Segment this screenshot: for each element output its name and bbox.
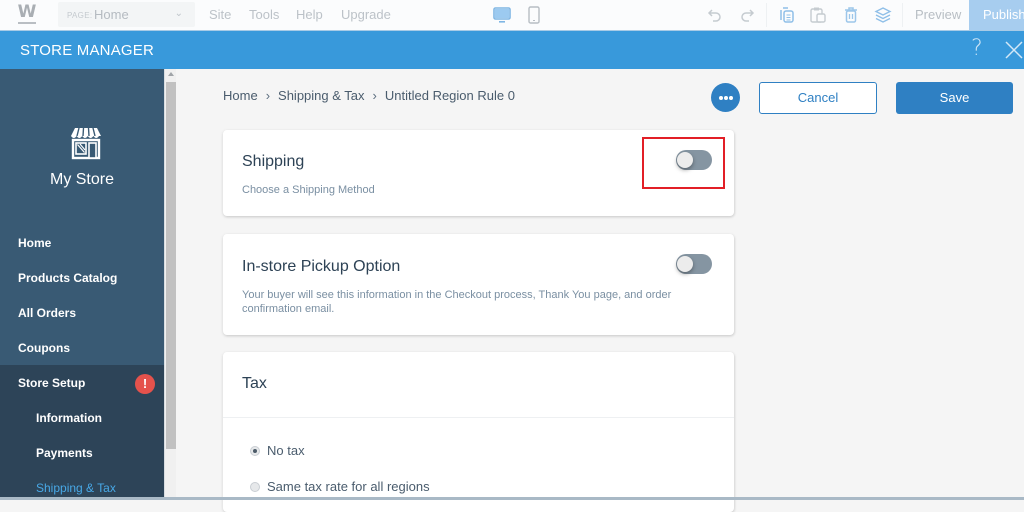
sidebar-subitem-shipping-tax[interactable]: Shipping & Tax bbox=[36, 481, 116, 495]
more-dot bbox=[724, 96, 728, 100]
store-manager-title: STORE MANAGER bbox=[20, 42, 155, 59]
store-name: My Store bbox=[49, 171, 114, 188]
pickup-description: Your buyer will see this information in … bbox=[242, 289, 672, 315]
sidebar-item-products-catalog[interactable]: Products Catalog bbox=[18, 271, 117, 285]
menu-help[interactable]: Help bbox=[296, 7, 323, 22]
page-prefix-label: PAGE: bbox=[67, 11, 93, 20]
wix-logo[interactable]: W bbox=[16, 4, 38, 26]
breadcrumb: Home › Shipping & Tax › Untitled Region Rule… bbox=[223, 88, 515, 103]
save-button[interactable]: Save bbox=[896, 82, 1013, 114]
chevron-down-icon: ⌄ bbox=[174, 8, 183, 19]
logo-underline bbox=[18, 22, 36, 24]
paste-icon[interactable] bbox=[808, 5, 828, 25]
tax-divider bbox=[223, 417, 734, 418]
more-options-button[interactable] bbox=[711, 83, 740, 112]
radio-button-checked[interactable] bbox=[250, 446, 260, 456]
pickup-title: In-store Pickup Option bbox=[242, 258, 401, 275]
tax-option-same-rate[interactable]: Same tax rate for all regions bbox=[250, 479, 430, 494]
breadcrumb-current: Untitled Region Rule 0 bbox=[384, 88, 515, 103]
sidebar-item-all-orders[interactable]: All Orders bbox=[18, 306, 76, 320]
highlight-annotation bbox=[642, 137, 725, 189]
breadcrumb-home[interactable]: Home bbox=[223, 88, 258, 103]
sidebar-item-coupons[interactable]: Coupons bbox=[18, 341, 70, 355]
store-manager-header: STORE MANAGER ? bbox=[0, 31, 1024, 69]
sidebar-item-store-setup[interactable]: Store Setup bbox=[18, 376, 85, 390]
publish-button[interactable]: Publish bbox=[969, 0, 1024, 30]
layers-icon[interactable] bbox=[873, 5, 893, 25]
breadcrumb-shipping-tax[interactable]: Shipping & Tax bbox=[278, 88, 365, 103]
mobile-view-icon[interactable] bbox=[524, 5, 544, 25]
toolbar-divider bbox=[902, 3, 903, 27]
alert-icon: ! bbox=[135, 374, 155, 394]
logo-letter: W bbox=[17, 2, 37, 22]
more-dot bbox=[729, 96, 733, 100]
editor-topbar: W PAGE: Home ⌄ Site Tools Help Upgrade P… bbox=[0, 0, 1024, 31]
preview-button[interactable]: Preview bbox=[915, 7, 961, 22]
toggle-knob bbox=[677, 256, 693, 272]
desktop-view-icon[interactable] bbox=[492, 5, 512, 25]
undo-icon[interactable] bbox=[705, 5, 725, 25]
sidebar-subitem-information[interactable]: Information bbox=[36, 411, 102, 425]
tax-option-label: No tax bbox=[267, 443, 305, 458]
chevron-right-icon: › bbox=[372, 88, 377, 103]
chevron-right-icon: › bbox=[265, 88, 271, 103]
sidebar-item-home[interactable]: Home bbox=[18, 236, 51, 250]
tax-option-label: Same tax rate for all regions bbox=[267, 479, 430, 494]
radio-button[interactable] bbox=[250, 482, 260, 492]
store-icon bbox=[71, 127, 101, 160]
close-icon[interactable] bbox=[1004, 40, 1024, 60]
copy-icon[interactable] bbox=[777, 5, 797, 25]
sidebar-scrollbar[interactable] bbox=[164, 69, 176, 500]
delete-icon[interactable] bbox=[841, 5, 861, 25]
scroll-up-arrow-icon[interactable] bbox=[168, 72, 174, 76]
toolbar-divider bbox=[766, 3, 767, 27]
redo-icon[interactable] bbox=[737, 5, 757, 25]
more-dot bbox=[719, 96, 723, 100]
pickup-card: In-store Pickup Option Your buyer will s… bbox=[223, 234, 734, 335]
menu-upgrade[interactable]: Upgrade bbox=[341, 7, 391, 22]
tax-card: Tax No tax Same tax rate for all regions bbox=[223, 352, 734, 512]
page-selector-value: Home bbox=[94, 7, 129, 22]
scrollbar-thumb[interactable] bbox=[166, 82, 176, 449]
menu-tools[interactable]: Tools bbox=[249, 7, 279, 22]
menu-site[interactable]: Site bbox=[209, 7, 231, 22]
page-selector[interactable]: PAGE: Home ⌄ bbox=[58, 2, 195, 27]
help-icon[interactable]: ? bbox=[971, 36, 983, 61]
sidebar: My Store Home Products Catalog All Order… bbox=[0, 69, 164, 500]
tax-title: Tax bbox=[242, 375, 267, 392]
shipping-description: Choose a Shipping Method bbox=[242, 184, 375, 196]
shipping-title: Shipping bbox=[242, 153, 305, 170]
tax-option-no-tax[interactable]: No tax bbox=[250, 443, 305, 458]
sidebar-subitem-payments[interactable]: Payments bbox=[36, 446, 93, 460]
cancel-button[interactable]: Cancel bbox=[759, 82, 877, 114]
pickup-toggle[interactable] bbox=[676, 254, 712, 274]
